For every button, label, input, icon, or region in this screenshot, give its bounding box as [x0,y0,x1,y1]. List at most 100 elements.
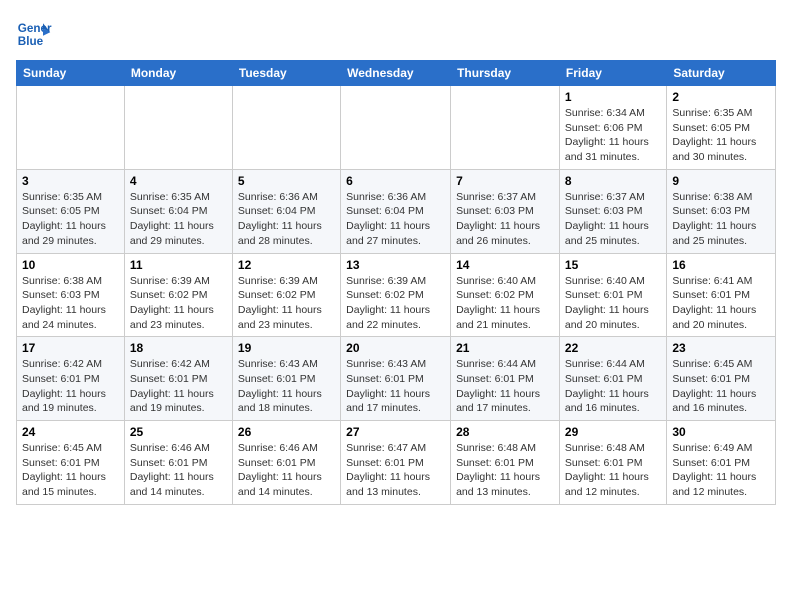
calendar-cell: 24Sunrise: 6:45 AM Sunset: 6:01 PM Dayli… [17,421,125,505]
calendar-cell: 12 Sunrise: 6:39 AM Sunset: 6:02 PM Dayli… [232,253,340,337]
calendar-cell: 17 Sunrise: 6:42 AM Sunset: 6:01 PM Dayli… [17,337,125,421]
day-number: 18 [130,341,227,355]
day-number: 20 [346,341,445,355]
calendar-week-1: 1Sunrise: 6:34 AM Sunset: 6:06 PM Daylig… [17,86,776,170]
day-info: Sunrise: 6:39 AM Sunset: 6:02 PM Dayligh… [238,274,335,333]
logo-icon: General Blue [16,16,52,52]
day-info: Sunrise: 6:39 AM Sunset: 6:02 PM Dayligh… [346,274,445,333]
day-number: 5 [238,174,335,188]
calendar-week-5: 24Sunrise: 6:45 AM Sunset: 6:01 PM Dayli… [17,421,776,505]
calendar-cell: 30 Sunrise: 6:49 AM Sunset: 6:01 PM Dayli… [667,421,776,505]
day-number: 24 [22,425,119,439]
day-number: 12 [238,258,335,272]
calendar-cell: 1Sunrise: 6:34 AM Sunset: 6:06 PM Daylig… [559,86,666,170]
day-number: 13 [346,258,445,272]
day-info: Sunrise: 6:47 AM Sunset: 6:01 PM Dayligh… [346,441,445,500]
calendar-cell: 4Sunrise: 6:35 AM Sunset: 6:04 PM Daylig… [124,169,232,253]
weekday-header-sunday: Sunday [17,61,125,86]
day-number: 17 [22,341,119,355]
weekday-header-thursday: Thursday [451,61,560,86]
calendar-cell: 9 Sunrise: 6:38 AM Sunset: 6:03 PM Daylig… [667,169,776,253]
calendar-week-3: 10 Sunrise: 6:38 AM Sunset: 6:03 PM Dayli… [17,253,776,337]
day-number: 28 [456,425,554,439]
day-number: 7 [456,174,554,188]
day-number: 22 [565,341,661,355]
calendar-cell: 18 Sunrise: 6:42 AM Sunset: 6:01 PM Dayli… [124,337,232,421]
day-info: Sunrise: 6:36 AM Sunset: 6:04 PM Dayligh… [238,190,335,249]
calendar-cell [451,86,560,170]
calendar-table: SundayMondayTuesdayWednesdayThursdayFrid… [16,60,776,505]
day-info: Sunrise: 6:48 AM Sunset: 6:01 PM Dayligh… [456,441,554,500]
weekday-header-tuesday: Tuesday [232,61,340,86]
calendar-cell: 28 Sunrise: 6:48 AM Sunset: 6:01 PM Dayli… [451,421,560,505]
day-info: Sunrise: 6:48 AM Sunset: 6:01 PM Dayligh… [565,441,661,500]
calendar-cell: 22 Sunrise: 6:44 AM Sunset: 6:01 PM Dayli… [559,337,666,421]
weekday-header-friday: Friday [559,61,666,86]
day-number: 23 [672,341,770,355]
day-number: 30 [672,425,770,439]
calendar-cell: 15Sunrise: 6:40 AM Sunset: 6:01 PM Dayli… [559,253,666,337]
day-info: Sunrise: 6:34 AM Sunset: 6:06 PM Dayligh… [565,106,661,165]
day-number: 19 [238,341,335,355]
weekday-header-wednesday: Wednesday [341,61,451,86]
day-info: Sunrise: 6:39 AM Sunset: 6:02 PM Dayligh… [130,274,227,333]
day-info: Sunrise: 6:40 AM Sunset: 6:02 PM Dayligh… [456,274,554,333]
calendar-cell: 23 Sunrise: 6:45 AM Sunset: 6:01 PM Dayli… [667,337,776,421]
day-info: Sunrise: 6:46 AM Sunset: 6:01 PM Dayligh… [238,441,335,500]
logo: General Blue [16,16,56,52]
day-number: 3 [22,174,119,188]
day-info: Sunrise: 6:41 AM Sunset: 6:01 PM Dayligh… [672,274,770,333]
calendar-week-2: 3Sunrise: 6:35 AM Sunset: 6:05 PM Daylig… [17,169,776,253]
calendar-cell: 2Sunrise: 6:35 AM Sunset: 6:05 PM Daylig… [667,86,776,170]
calendar-cell: 6 Sunrise: 6:36 AM Sunset: 6:04 PM Daylig… [341,169,451,253]
calendar-cell: 20 Sunrise: 6:43 AM Sunset: 6:01 PM Dayli… [341,337,451,421]
calendar-cell: 10 Sunrise: 6:38 AM Sunset: 6:03 PM Dayli… [17,253,125,337]
day-number: 6 [346,174,445,188]
day-info: Sunrise: 6:43 AM Sunset: 6:01 PM Dayligh… [346,357,445,416]
day-info: Sunrise: 6:42 AM Sunset: 6:01 PM Dayligh… [130,357,227,416]
day-info: Sunrise: 6:44 AM Sunset: 6:01 PM Dayligh… [565,357,661,416]
day-number: 9 [672,174,770,188]
calendar-cell: 3Sunrise: 6:35 AM Sunset: 6:05 PM Daylig… [17,169,125,253]
day-number: 11 [130,258,227,272]
day-info: Sunrise: 6:40 AM Sunset: 6:01 PM Dayligh… [565,274,661,333]
day-info: Sunrise: 6:45 AM Sunset: 6:01 PM Dayligh… [672,357,770,416]
page-header: General Blue [16,16,776,52]
calendar-week-4: 17 Sunrise: 6:42 AM Sunset: 6:01 PM Dayli… [17,337,776,421]
weekday-header-monday: Monday [124,61,232,86]
day-number: 21 [456,341,554,355]
day-number: 27 [346,425,445,439]
calendar-cell: 11 Sunrise: 6:39 AM Sunset: 6:02 PM Dayli… [124,253,232,337]
day-number: 16 [672,258,770,272]
day-info: Sunrise: 6:37 AM Sunset: 6:03 PM Dayligh… [565,190,661,249]
weekday-header-row: SundayMondayTuesdayWednesdayThursdayFrid… [17,61,776,86]
calendar-cell: 25Sunrise: 6:46 AM Sunset: 6:01 PM Dayli… [124,421,232,505]
day-number: 10 [22,258,119,272]
calendar-cell [124,86,232,170]
calendar-cell: 8Sunrise: 6:37 AM Sunset: 6:03 PM Daylig… [559,169,666,253]
day-number: 2 [672,90,770,104]
calendar-cell [341,86,451,170]
day-number: 14 [456,258,554,272]
day-info: Sunrise: 6:38 AM Sunset: 6:03 PM Dayligh… [672,190,770,249]
calendar-cell [17,86,125,170]
calendar-cell [232,86,340,170]
day-info: Sunrise: 6:46 AM Sunset: 6:01 PM Dayligh… [130,441,227,500]
svg-text:Blue: Blue [18,35,44,48]
day-info: Sunrise: 6:43 AM Sunset: 6:01 PM Dayligh… [238,357,335,416]
day-number: 4 [130,174,227,188]
calendar-cell: 16 Sunrise: 6:41 AM Sunset: 6:01 PM Dayli… [667,253,776,337]
calendar-cell: 7Sunrise: 6:37 AM Sunset: 6:03 PM Daylig… [451,169,560,253]
calendar-cell: 13 Sunrise: 6:39 AM Sunset: 6:02 PM Dayli… [341,253,451,337]
calendar-cell: 5 Sunrise: 6:36 AM Sunset: 6:04 PM Daylig… [232,169,340,253]
day-info: Sunrise: 6:36 AM Sunset: 6:04 PM Dayligh… [346,190,445,249]
calendar-cell: 29 Sunrise: 6:48 AM Sunset: 6:01 PM Dayli… [559,421,666,505]
day-info: Sunrise: 6:38 AM Sunset: 6:03 PM Dayligh… [22,274,119,333]
day-number: 29 [565,425,661,439]
calendar-cell: 26Sunrise: 6:46 AM Sunset: 6:01 PM Dayli… [232,421,340,505]
day-info: Sunrise: 6:42 AM Sunset: 6:01 PM Dayligh… [22,357,119,416]
calendar-cell: 27 Sunrise: 6:47 AM Sunset: 6:01 PM Dayli… [341,421,451,505]
calendar-cell: 14 Sunrise: 6:40 AM Sunset: 6:02 PM Dayli… [451,253,560,337]
day-info: Sunrise: 6:49 AM Sunset: 6:01 PM Dayligh… [672,441,770,500]
calendar-cell: 19 Sunrise: 6:43 AM Sunset: 6:01 PM Dayli… [232,337,340,421]
